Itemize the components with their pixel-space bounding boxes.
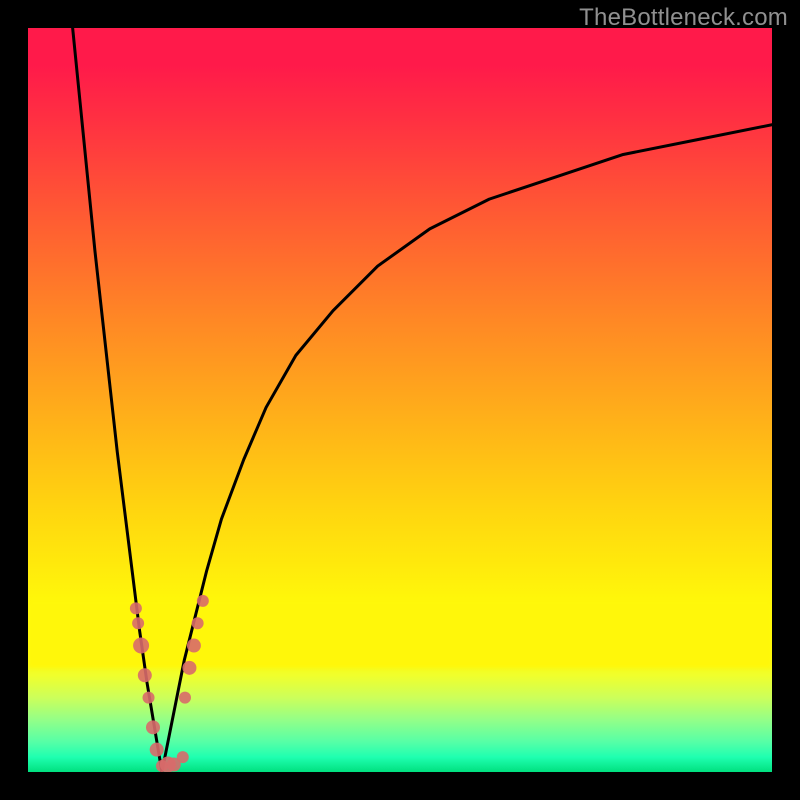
marker-point	[177, 751, 189, 763]
curve-left-branch	[73, 28, 162, 772]
marker-point	[179, 692, 191, 704]
marker-point	[138, 668, 152, 682]
curve-layer	[28, 28, 772, 772]
marker-point	[150, 743, 164, 757]
curve-right-branch	[162, 125, 772, 772]
bottleneck-curve	[73, 28, 772, 772]
data-markers	[130, 595, 209, 772]
marker-point	[192, 617, 204, 629]
watermark-text: TheBottleneck.com	[579, 4, 788, 32]
chart-frame: TheBottleneck.com	[0, 0, 800, 800]
plot-area	[28, 28, 772, 772]
marker-point	[187, 639, 201, 653]
marker-point	[132, 617, 144, 629]
marker-point	[133, 638, 149, 654]
marker-point	[143, 692, 155, 704]
marker-point	[197, 595, 209, 607]
marker-point	[146, 720, 160, 734]
marker-point	[130, 602, 142, 614]
marker-point	[182, 661, 196, 675]
